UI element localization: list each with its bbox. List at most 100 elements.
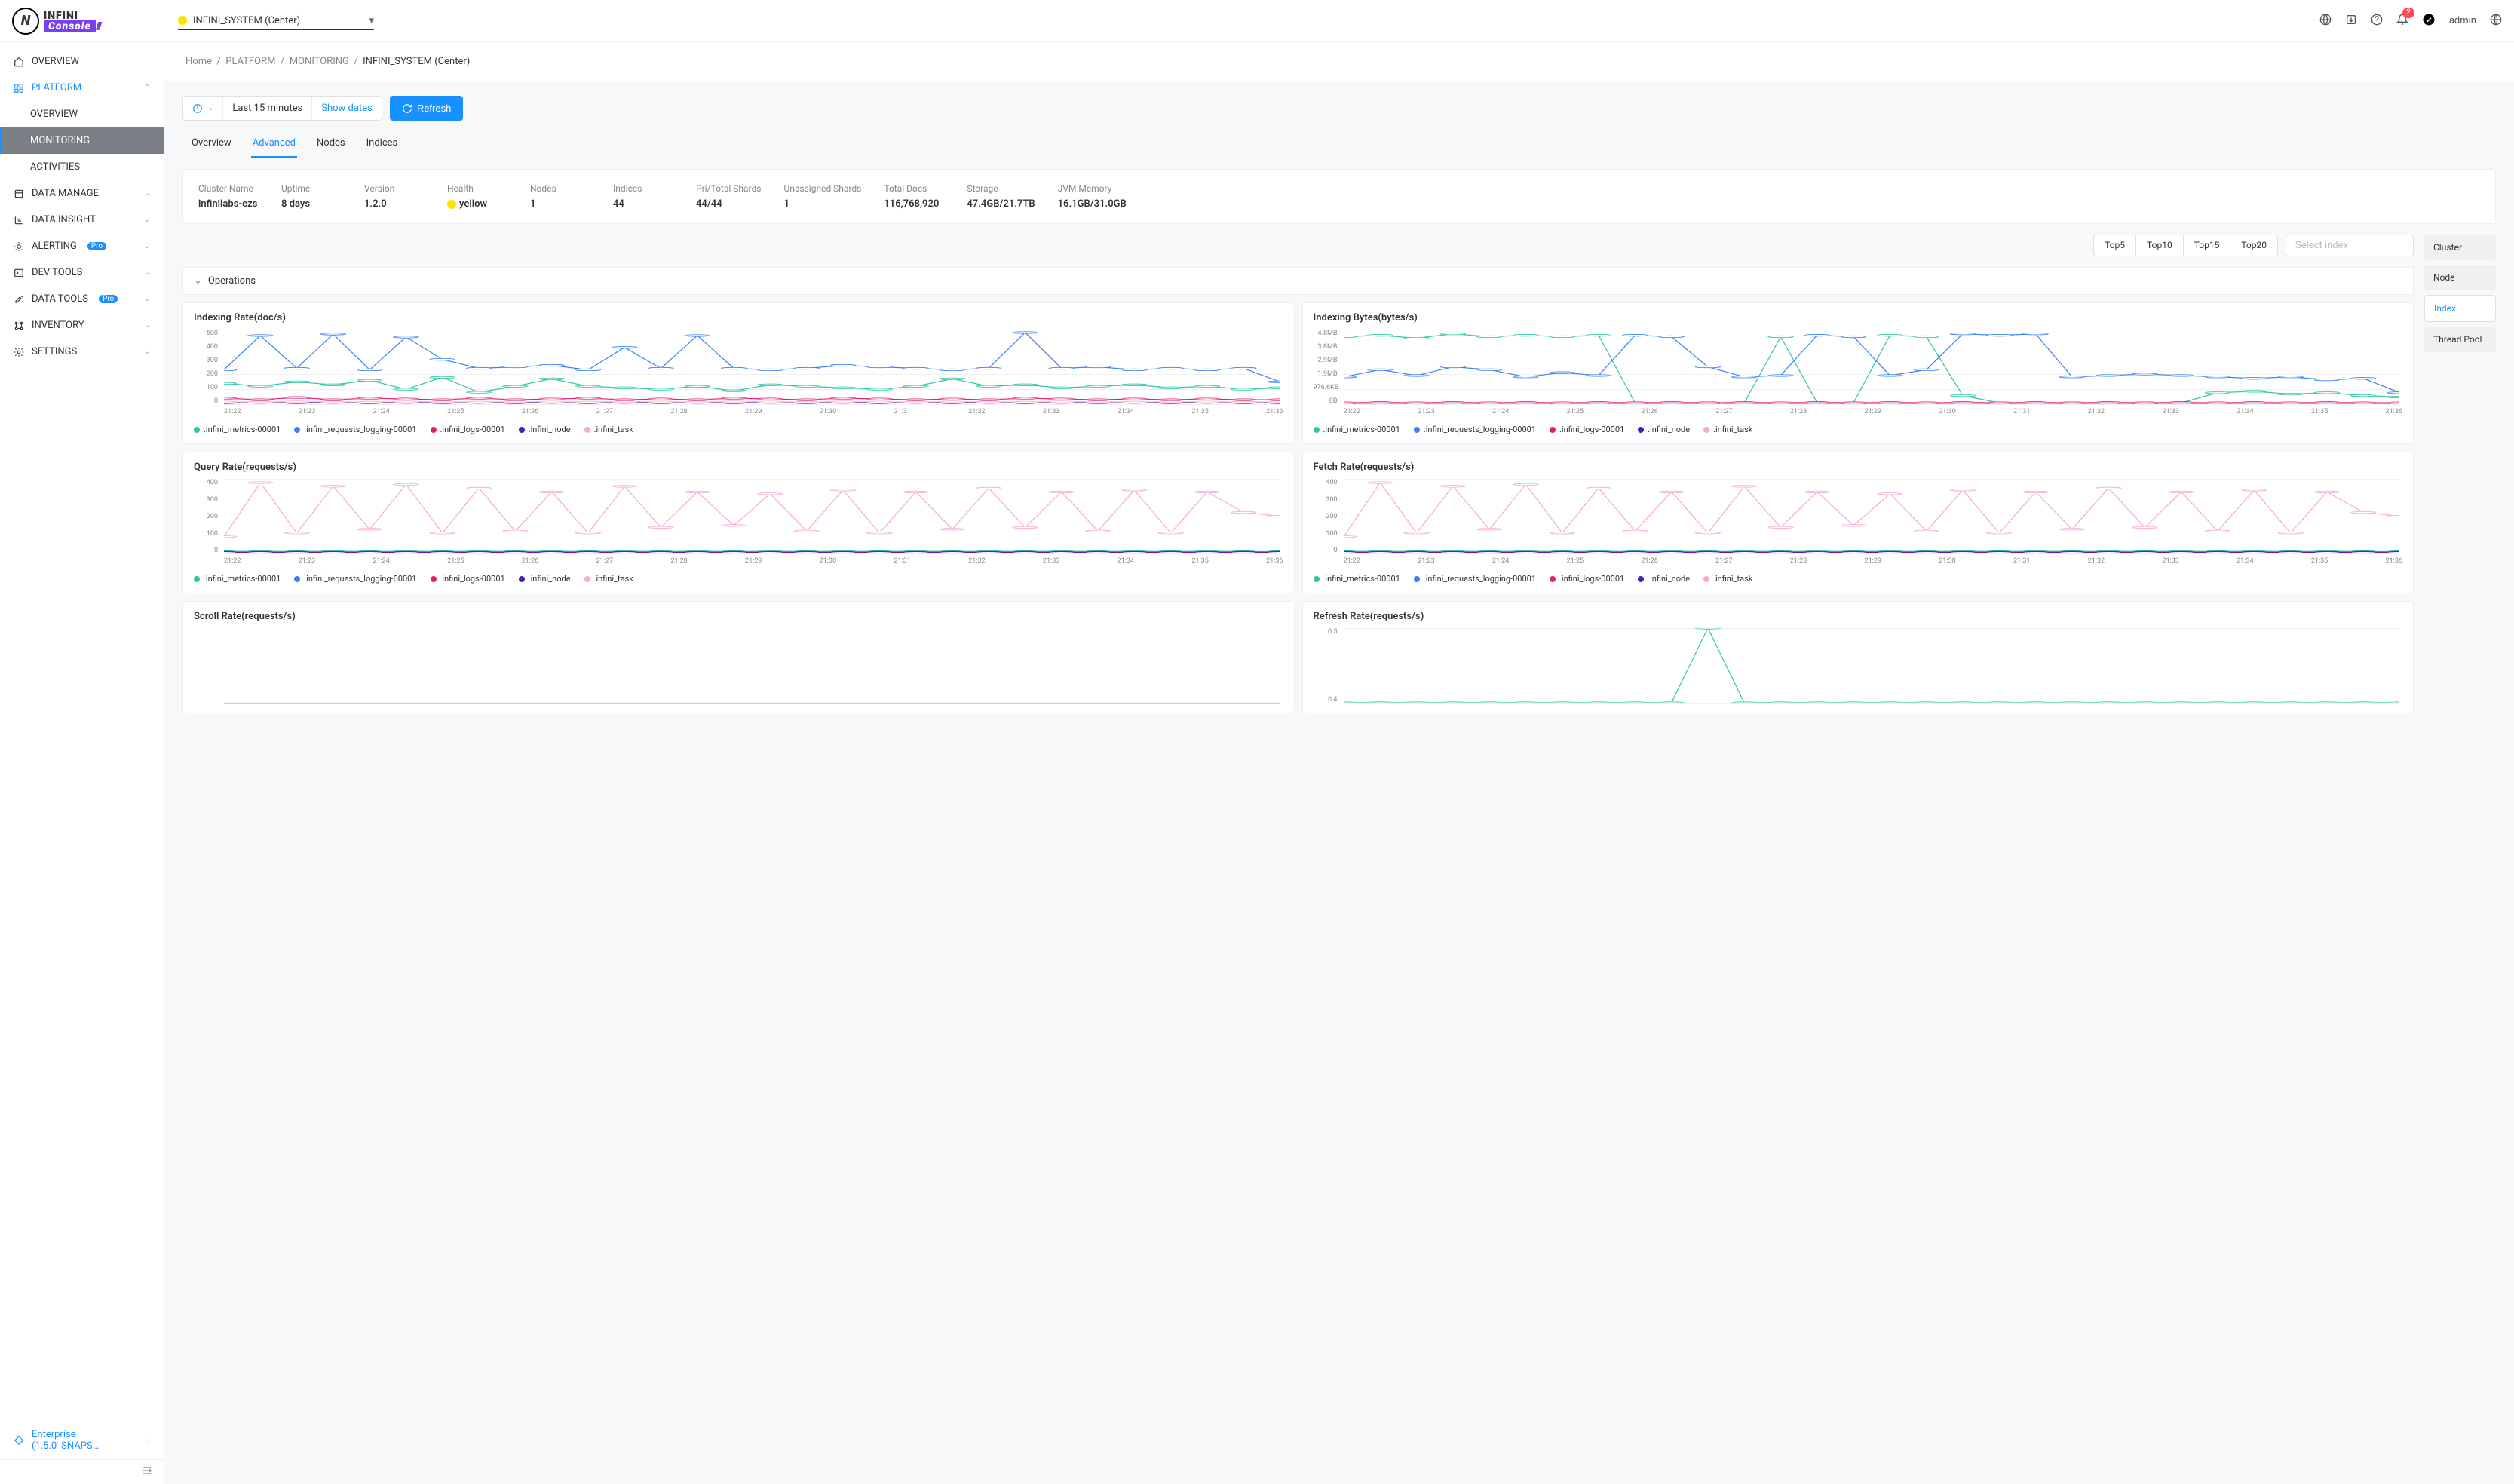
stat-label: Total Docs [884,183,944,194]
metric-tab-node[interactable]: Node [2424,265,2496,290]
legend-item[interactable]: .infini_task [1703,574,1752,584]
top-n-button[interactable]: Top5 [2094,235,2135,256]
refresh-icon [402,103,412,114]
sidebar-label: SETTINGS [32,346,77,357]
legend-item[interactable]: .infini_logs-00001 [431,574,505,584]
top-n-button[interactable]: Top10 [2135,235,2183,256]
time-picker[interactable]: ⌄ Last 15 minutes Show dates [182,96,382,121]
header-actions: 2 admin [2319,13,2502,29]
language-icon[interactable] [2490,14,2502,29]
legend-item[interactable]: .infini_requests_logging-00001 [1414,574,1536,584]
legend-item[interactable]: .infini_logs-00001 [431,425,505,434]
breadcrumb: Home / PLATFORM / MONITORING / INFINI_SY… [164,42,2514,81]
stat-label: Health [447,183,507,194]
legend-item[interactable]: .infini_node [519,425,571,434]
stat-value: 44 [613,198,673,210]
bell-icon[interactable]: 2 [2396,14,2408,29]
stat-item: Unassigned Shards1 [783,183,861,210]
top-n-button[interactable]: Top15 [2183,235,2230,256]
refresh-button[interactable]: Refresh [390,96,464,121]
chart-legend: .infini_metrics-00001 .infini_requests_lo… [1314,425,2403,434]
metric-tab-cluster[interactable]: Cluster [2424,235,2496,260]
breadcrumb-platform[interactable]: PLATFORM [225,56,275,67]
sidebar-item-alerting[interactable]: ALERTING Pro ⌄ [0,233,164,259]
sidebar-label: DATA MANAGE [32,188,99,199]
sidebar-item-settings[interactable]: SETTINGS ⌄ [0,339,164,365]
sidebar-item-inventory[interactable]: INVENTORY ⌄ [0,312,164,339]
metric-tab-index[interactable]: Index [2424,295,2496,322]
chart-plot: 4.8MB3.8MB2.9MB1.9MB976.6KB0B [1314,330,2403,405]
legend-item[interactable]: .infini_logs-00001 [1550,574,1624,584]
user-label[interactable]: admin [2449,15,2476,26]
show-dates-link[interactable]: Show dates [311,97,382,120]
gear-icon [14,347,24,357]
version-link[interactable]: Enterprise (1.5.0_SNAPS… › [0,1421,164,1459]
legend-item[interactable]: .infini_node [1638,425,1690,434]
user-avatar-icon[interactable] [2422,13,2436,29]
clock-icon [192,103,203,114]
tab-nodes[interactable]: Nodes [315,130,347,158]
legend-dot-icon [294,576,300,582]
legend-label: .infini_task [1713,425,1752,434]
notification-count: 2 [2402,8,2414,18]
legend-item[interactable]: .infini_node [1638,574,1690,584]
chart-title: Scroll Rate(requests/s) [194,611,1283,622]
breadcrumb-home[interactable]: Home [185,56,212,67]
legend-item[interactable]: .infini_metrics-00001 [194,574,281,584]
controls: ⌄ Last 15 minutes Show dates Refresh [182,96,2496,121]
stat-label: Indices [613,183,673,194]
chart-card: Fetch Rate(requests/s)400300200100021:22… [1302,452,2414,593]
header: N INFINIConsole//// INFINI_SYSTEM (Cente… [0,0,2514,42]
legend-item[interactable]: .infini_metrics-00001 [1314,574,1400,584]
section-operations[interactable]: ⌄ Operations [182,267,2414,295]
stats-card: Cluster Nameinfinilabs-ezsUptime8 daysVe… [182,169,2496,224]
legend-label: .infini_task [1713,574,1752,584]
cluster-selector[interactable]: INFINI_SYSTEM (Center) ▾ [178,12,374,30]
sidebar-item-overview[interactable]: OVERVIEW [0,48,164,75]
legend-item[interactable]: .infini_node [519,574,571,584]
collapse-sidebar-button[interactable] [0,1459,164,1484]
globe-icon[interactable] [2319,14,2332,29]
stat-item: Nodes1 [530,183,590,210]
sidebar-sub-overview[interactable]: OVERVIEW [0,101,164,127]
legend-item[interactable]: .infini_requests_logging-00001 [294,425,416,434]
export-icon[interactable] [2345,14,2357,29]
sidebar-item-platform[interactable]: PLATFORM ⌃ [0,75,164,101]
legend-label: .infini_node [529,574,571,584]
legend-item[interactable]: .infini_task [1703,425,1752,434]
sidebar-sub-monitoring[interactable]: MONITORING [0,127,164,154]
chevron-down-icon: ⌄ [144,348,150,356]
stat-value: 8 days [281,198,342,210]
sidebar-item-data-manage[interactable]: DATA MANAGE ⌄ [0,180,164,207]
time-icon-seg[interactable]: ⌄ [183,97,222,120]
stat-value: 44/44 [696,198,761,210]
legend-item[interactable]: .infini_metrics-00001 [1314,425,1400,434]
top-n-button[interactable]: Top20 [2230,235,2277,256]
sidebar-item-dev-tools[interactable]: DEV TOOLS ⌄ [0,259,164,286]
legend-item[interactable]: .infini_requests_logging-00001 [1414,425,1536,434]
tab-advanced[interactable]: Advanced [251,130,297,158]
tab-overview[interactable]: Overview [190,130,233,158]
legend-label: .infini_metrics-00001 [1323,425,1400,434]
sidebar-label: ALERTING [32,241,77,252]
legend-item[interactable]: .infini_task [584,574,633,584]
metric-tab-thread-pool[interactable]: Thread Pool [2424,327,2496,352]
sidebar-item-data-tools[interactable]: DATA TOOLS Pro ⌄ [0,286,164,312]
sidebar-label: MONITORING [30,135,90,146]
stat-value: 1.2.0 [364,198,425,210]
legend-dot-icon [1550,576,1556,582]
stat-item: Storage47.4GB/21.7TB [967,183,1035,210]
legend-item[interactable]: .infini_task [584,425,633,434]
sidebar: OVERVIEW PLATFORM ⌃ OVERVIEW MONITORING … [0,42,164,1484]
legend-item[interactable]: .infini_logs-00001 [1550,425,1624,434]
legend-item[interactable]: .infini_metrics-00001 [194,425,281,434]
legend-item[interactable]: .infini_requests_logging-00001 [294,574,416,584]
sidebar-item-data-insight[interactable]: DATA INSIGHT ⌄ [0,207,164,233]
select-index[interactable]: Select index [2286,235,2414,256]
tab-indices[interactable]: Indices [365,130,400,158]
sidebar-sub-activities[interactable]: ACTIVITIES [0,154,164,180]
legend-dot-icon [1314,576,1320,582]
breadcrumb-monitoring[interactable]: MONITORING [290,56,349,67]
y-axis-labels: 0.50.4 [1314,628,1341,704]
help-icon[interactable] [2371,14,2383,29]
